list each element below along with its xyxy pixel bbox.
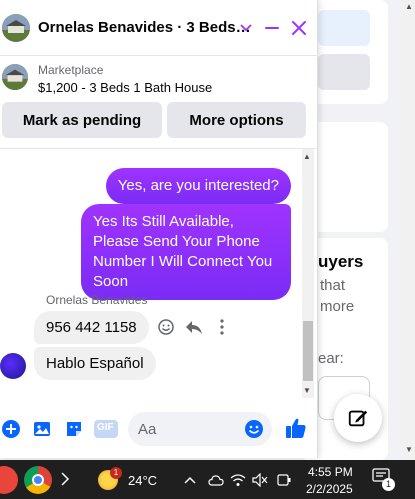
message-text-field[interactable] (138, 419, 238, 439)
scroll-up-arrow[interactable]: ▲ (303, 152, 311, 161)
bg-text-that: that (320, 277, 346, 294)
emoji-button[interactable] (244, 419, 264, 439)
chrome-icon (32, 474, 44, 486)
more-actions-button[interactable] (0, 418, 22, 440)
sender-name: Ornelas Benavides (46, 293, 148, 307)
attach-photo-button[interactable] (31, 418, 53, 440)
battery-icon (277, 474, 291, 486)
page-scrollbar[interactable]: ▲ ▼ (403, 0, 415, 460)
like-button[interactable] (284, 416, 308, 440)
house-photo-icon (2, 14, 30, 42)
more-actions-button[interactable] (212, 317, 232, 337)
gif-label: GIF (97, 422, 114, 433)
bg-heading-fragment: uyers (318, 252, 364, 271)
outgoing-message[interactable]: Yes, are you interested? (105, 168, 291, 204)
wifi-icon (230, 474, 246, 486)
listing-title[interactable]: $1,200 - 3 Beds 1 Bath House (38, 80, 212, 95)
bg-blue-button[interactable] (318, 10, 370, 46)
sticker-button[interactable] (63, 418, 85, 440)
taskbar-app-button[interactable] (0, 466, 18, 494)
bg-text-more: more (320, 298, 355, 315)
chevron-down-icon (240, 24, 252, 32)
bg-text-ear: ear: (318, 350, 344, 367)
reply-button[interactable] (184, 317, 204, 337)
battery-icon[interactable] (276, 472, 292, 488)
message-scrollbar[interactable]: ▲ ▼ (302, 149, 314, 398)
listing-source: Marketplace (38, 63, 104, 77)
reply-icon (186, 321, 202, 334)
scrollbar-thumb[interactable] (303, 321, 313, 381)
close-icon (292, 21, 306, 35)
plus-circle-icon (2, 420, 20, 438)
house-photo-icon (2, 64, 28, 90)
notifications-button[interactable]: 1 (372, 468, 396, 492)
chevron-up-icon (184, 476, 196, 484)
mark-as-pending-button[interactable]: Mark as pending (2, 102, 162, 138)
listing-avatar[interactable] (2, 14, 30, 42)
more-options-button[interactable]: More options (167, 102, 306, 138)
cloud-icon (208, 475, 224, 486)
taskbar-chevron-button[interactable] (60, 472, 72, 488)
chevron-right-icon (61, 472, 70, 486)
weather-temperature: 24°C (128, 473, 158, 488)
clock[interactable]: 4:55 PM 2/2/2025 (302, 462, 362, 498)
smiley-icon (158, 319, 174, 335)
chat-title[interactable]: Ornelas Benavides · 3 Beds… (38, 19, 251, 36)
show-hidden-icons-button[interactable] (182, 472, 198, 488)
volume-muted-icon (252, 473, 268, 487)
chrome-taskbar-button[interactable] (24, 466, 52, 494)
minimize-icon (265, 27, 279, 29)
chat-options-button[interactable] (234, 16, 258, 40)
volume-icon[interactable] (252, 472, 268, 488)
weather-widget[interactable]: 1 24°C (96, 466, 166, 494)
sticker-icon (67, 422, 81, 436)
new-message-button[interactable] (334, 394, 382, 442)
cloud-icon[interactable] (208, 472, 224, 488)
listing-info[interactable]: Marketplace $1,200 - 3 Beds 1 Bath House (0, 58, 318, 98)
minimize-chat-button[interactable] (260, 16, 284, 40)
scroll-down-arrow[interactable]: ▼ (303, 386, 311, 395)
clock-time: 4:55 PM (308, 465, 353, 479)
more-vertical-icon (220, 319, 224, 335)
react-button[interactable] (156, 317, 176, 337)
image-icon (34, 422, 50, 436)
scroll-up-arrow[interactable]: ▲ (405, 2, 413, 11)
listing-thumbnail[interactable] (2, 64, 28, 90)
chat-window: Ornelas Benavides · 3 Beds… Marketplace … (0, 0, 318, 458)
scroll-down-arrow[interactable]: ▼ (405, 445, 413, 454)
incoming-message[interactable]: 956 442 1158 (34, 311, 149, 344)
message-input[interactable] (128, 412, 272, 446)
bg-gray-button[interactable] (318, 54, 370, 90)
emoji-icon (245, 420, 263, 438)
notification-count: 1 (382, 478, 395, 491)
sender-avatar[interactable] (0, 353, 26, 379)
message-list[interactable]: Yes, are you interested? Yes Its Still A… (0, 148, 318, 398)
compose-icon (348, 410, 368, 427)
incoming-message[interactable]: Hablo Español (34, 347, 156, 380)
thumbs-up-icon (286, 418, 306, 438)
weather-badge: 1 (110, 467, 122, 479)
wifi-icon[interactable] (230, 472, 246, 488)
close-chat-button[interactable] (287, 16, 311, 40)
outgoing-message[interactable]: Yes Its Still Available, Please Send You… (81, 204, 291, 300)
chat-header[interactable]: Ornelas Benavides · 3 Beds… (0, 0, 318, 56)
windows-taskbar: 1 24°C 4:55 PM 2/2/2025 1 (0, 460, 415, 499)
message-composer: GIF (0, 400, 318, 458)
clock-date: 2/2/2025 (306, 482, 353, 496)
gif-button[interactable]: GIF (94, 418, 118, 440)
